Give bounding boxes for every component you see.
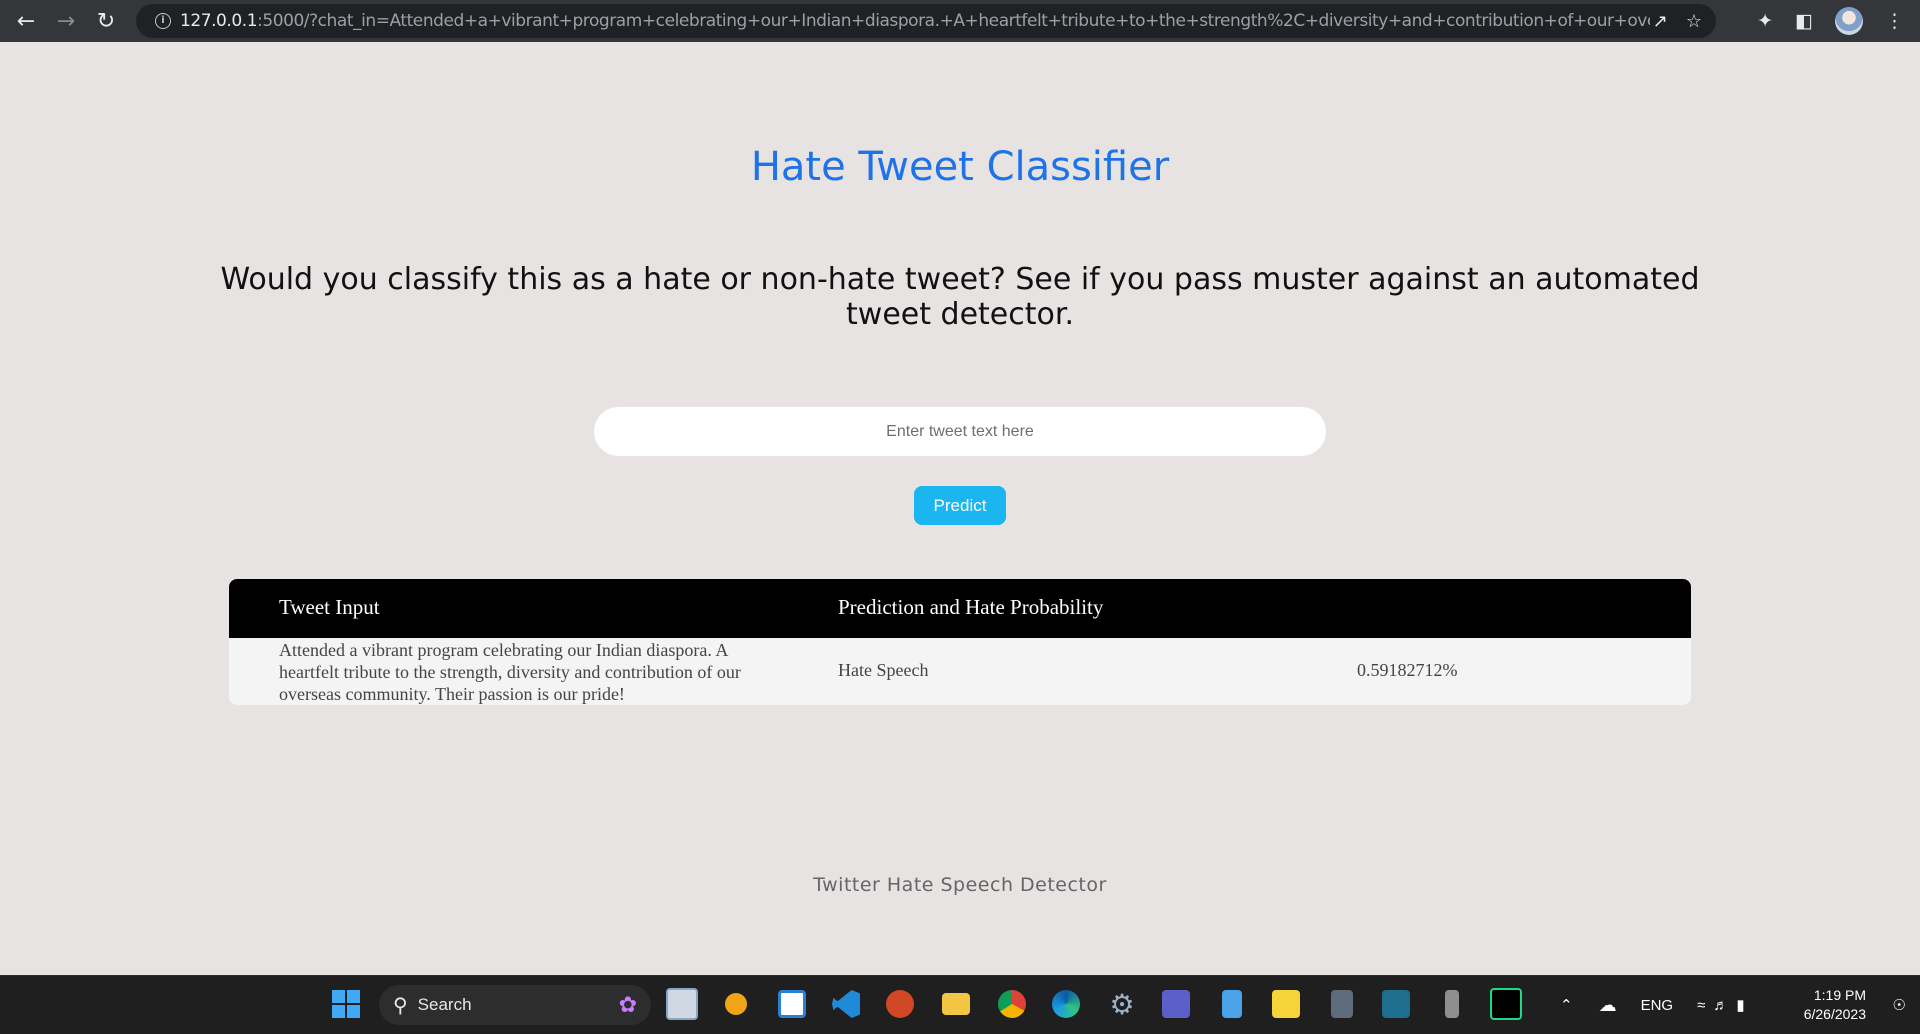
app-teal-icon[interactable] <box>1378 986 1414 1022</box>
forward-icon[interactable]: → <box>46 0 86 42</box>
browser-toolbar: ← → ↻ i 127.0.0.1:5000/?chat_in=Attended… <box>0 0 1920 42</box>
onedrive-cloud-icon[interactable]: ☁ <box>1599 995 1617 1016</box>
taskbar-search[interactable]: ⚲ Search ✿ <box>379 985 651 1025</box>
chrome-icon[interactable] <box>994 986 1030 1022</box>
back-icon[interactable]: ← <box>6 0 46 42</box>
results-table: Tweet Input Prediction and Hate Probabil… <box>229 579 1691 705</box>
taskbar-search-label: Search <box>417 995 472 1014</box>
store-icon[interactable] <box>774 986 810 1022</box>
extensions-puzzle-icon[interactable]: ✦ <box>1757 10 1773 32</box>
page-footer: Twitter Hate Speech Detector <box>813 874 1107 896</box>
bookmark-star-icon[interactable]: ☆ <box>1686 11 1702 32</box>
address-bar[interactable]: i 127.0.0.1:5000/?chat_in=Attended+a+vib… <box>136 4 1716 38</box>
system-tray: ⌃ ☁ ENG ≈ ♬ ▮ <box>1560 976 1745 1034</box>
file-explorer-icon[interactable] <box>938 986 974 1022</box>
notepad-icon[interactable] <box>1214 986 1250 1022</box>
battery-icon[interactable]: ▮ <box>1736 996 1744 1014</box>
results-header-row: Tweet Input Prediction and Hate Probabil… <box>229 579 1691 638</box>
tweet-input[interactable] <box>594 407 1326 456</box>
url-path: :5000/?chat_in=Attended+a+vibrant+progra… <box>257 11 1650 31</box>
profile-avatar[interactable] <box>1835 7 1863 35</box>
remote-desktop-icon[interactable] <box>664 986 700 1022</box>
vscode-icon[interactable] <box>828 986 864 1022</box>
url-host: 127.0.0.1 <box>180 11 258 31</box>
probability-cell: 0.59182712% <box>1357 660 1458 680</box>
start-windows-icon[interactable] <box>328 986 364 1022</box>
tweet-text-cell: Attended a vibrant program celebrating o… <box>279 640 741 704</box>
edge-icon[interactable] <box>1048 986 1084 1022</box>
predict-button[interactable]: Predict <box>914 486 1006 525</box>
show-hidden-icons-icon[interactable]: ⌃ <box>1560 996 1573 1014</box>
site-info-icon[interactable]: i <box>146 13 180 29</box>
page-question: Would you classify this as a hate or non… <box>220 262 1700 332</box>
clock-date: 6/26/2023 <box>1803 1006 1866 1022</box>
teams-icon[interactable] <box>1158 986 1194 1022</box>
windows-taskbar: ⚲ Search ✿ ⚙ ⌃ ☁ ENG ≈ ♬ ▮ 1:19 PM 6/26/… <box>0 975 1920 1034</box>
pycharm-icon[interactable] <box>1488 986 1524 1022</box>
search-icon: ⚲ <box>393 994 408 1017</box>
sticky-notes-icon[interactable] <box>1268 986 1304 1022</box>
settings-gear-icon[interactable]: ⚙ <box>1104 986 1140 1022</box>
app-orange-icon[interactable] <box>718 986 754 1022</box>
language-indicator[interactable]: ENG <box>1641 997 1674 1014</box>
notifications-icon[interactable]: ☉ <box>1893 976 1906 1034</box>
url-text[interactable]: 127.0.0.1:5000/?chat_in=Attended+a+vibra… <box>180 11 1650 31</box>
share-icon[interactable]: ↗ <box>1653 11 1668 32</box>
calculator-icon[interactable] <box>1324 986 1360 1022</box>
reload-icon[interactable]: ↻ <box>86 0 126 42</box>
taskbar-clock[interactable]: 1:19 PM 6/26/2023 <box>1804 986 1866 1024</box>
powerpoint-icon[interactable] <box>882 986 918 1022</box>
volume-icon[interactable]: ♬ <box>1713 997 1728 1014</box>
table-row: Attended a vibrant program celebrating o… <box>229 638 1691 705</box>
header-tweet-input: Tweet Input <box>279 595 380 619</box>
wifi-icon[interactable]: ≈ <box>1697 997 1705 1014</box>
page-title: Hate Tweet Classifier <box>750 144 1170 190</box>
usb-device-icon[interactable] <box>1434 986 1470 1022</box>
search-highlight-icon: ✿ <box>618 992 637 1017</box>
prediction-cell: Hate Speech <box>838 660 929 680</box>
header-prediction: Prediction and Hate Probability <box>838 595 1104 619</box>
side-panel-icon[interactable]: ◧ <box>1795 10 1813 32</box>
browser-menu-icon[interactable]: ⋮ <box>1885 10 1904 32</box>
clock-time: 1:19 PM <box>1813 987 1866 1003</box>
